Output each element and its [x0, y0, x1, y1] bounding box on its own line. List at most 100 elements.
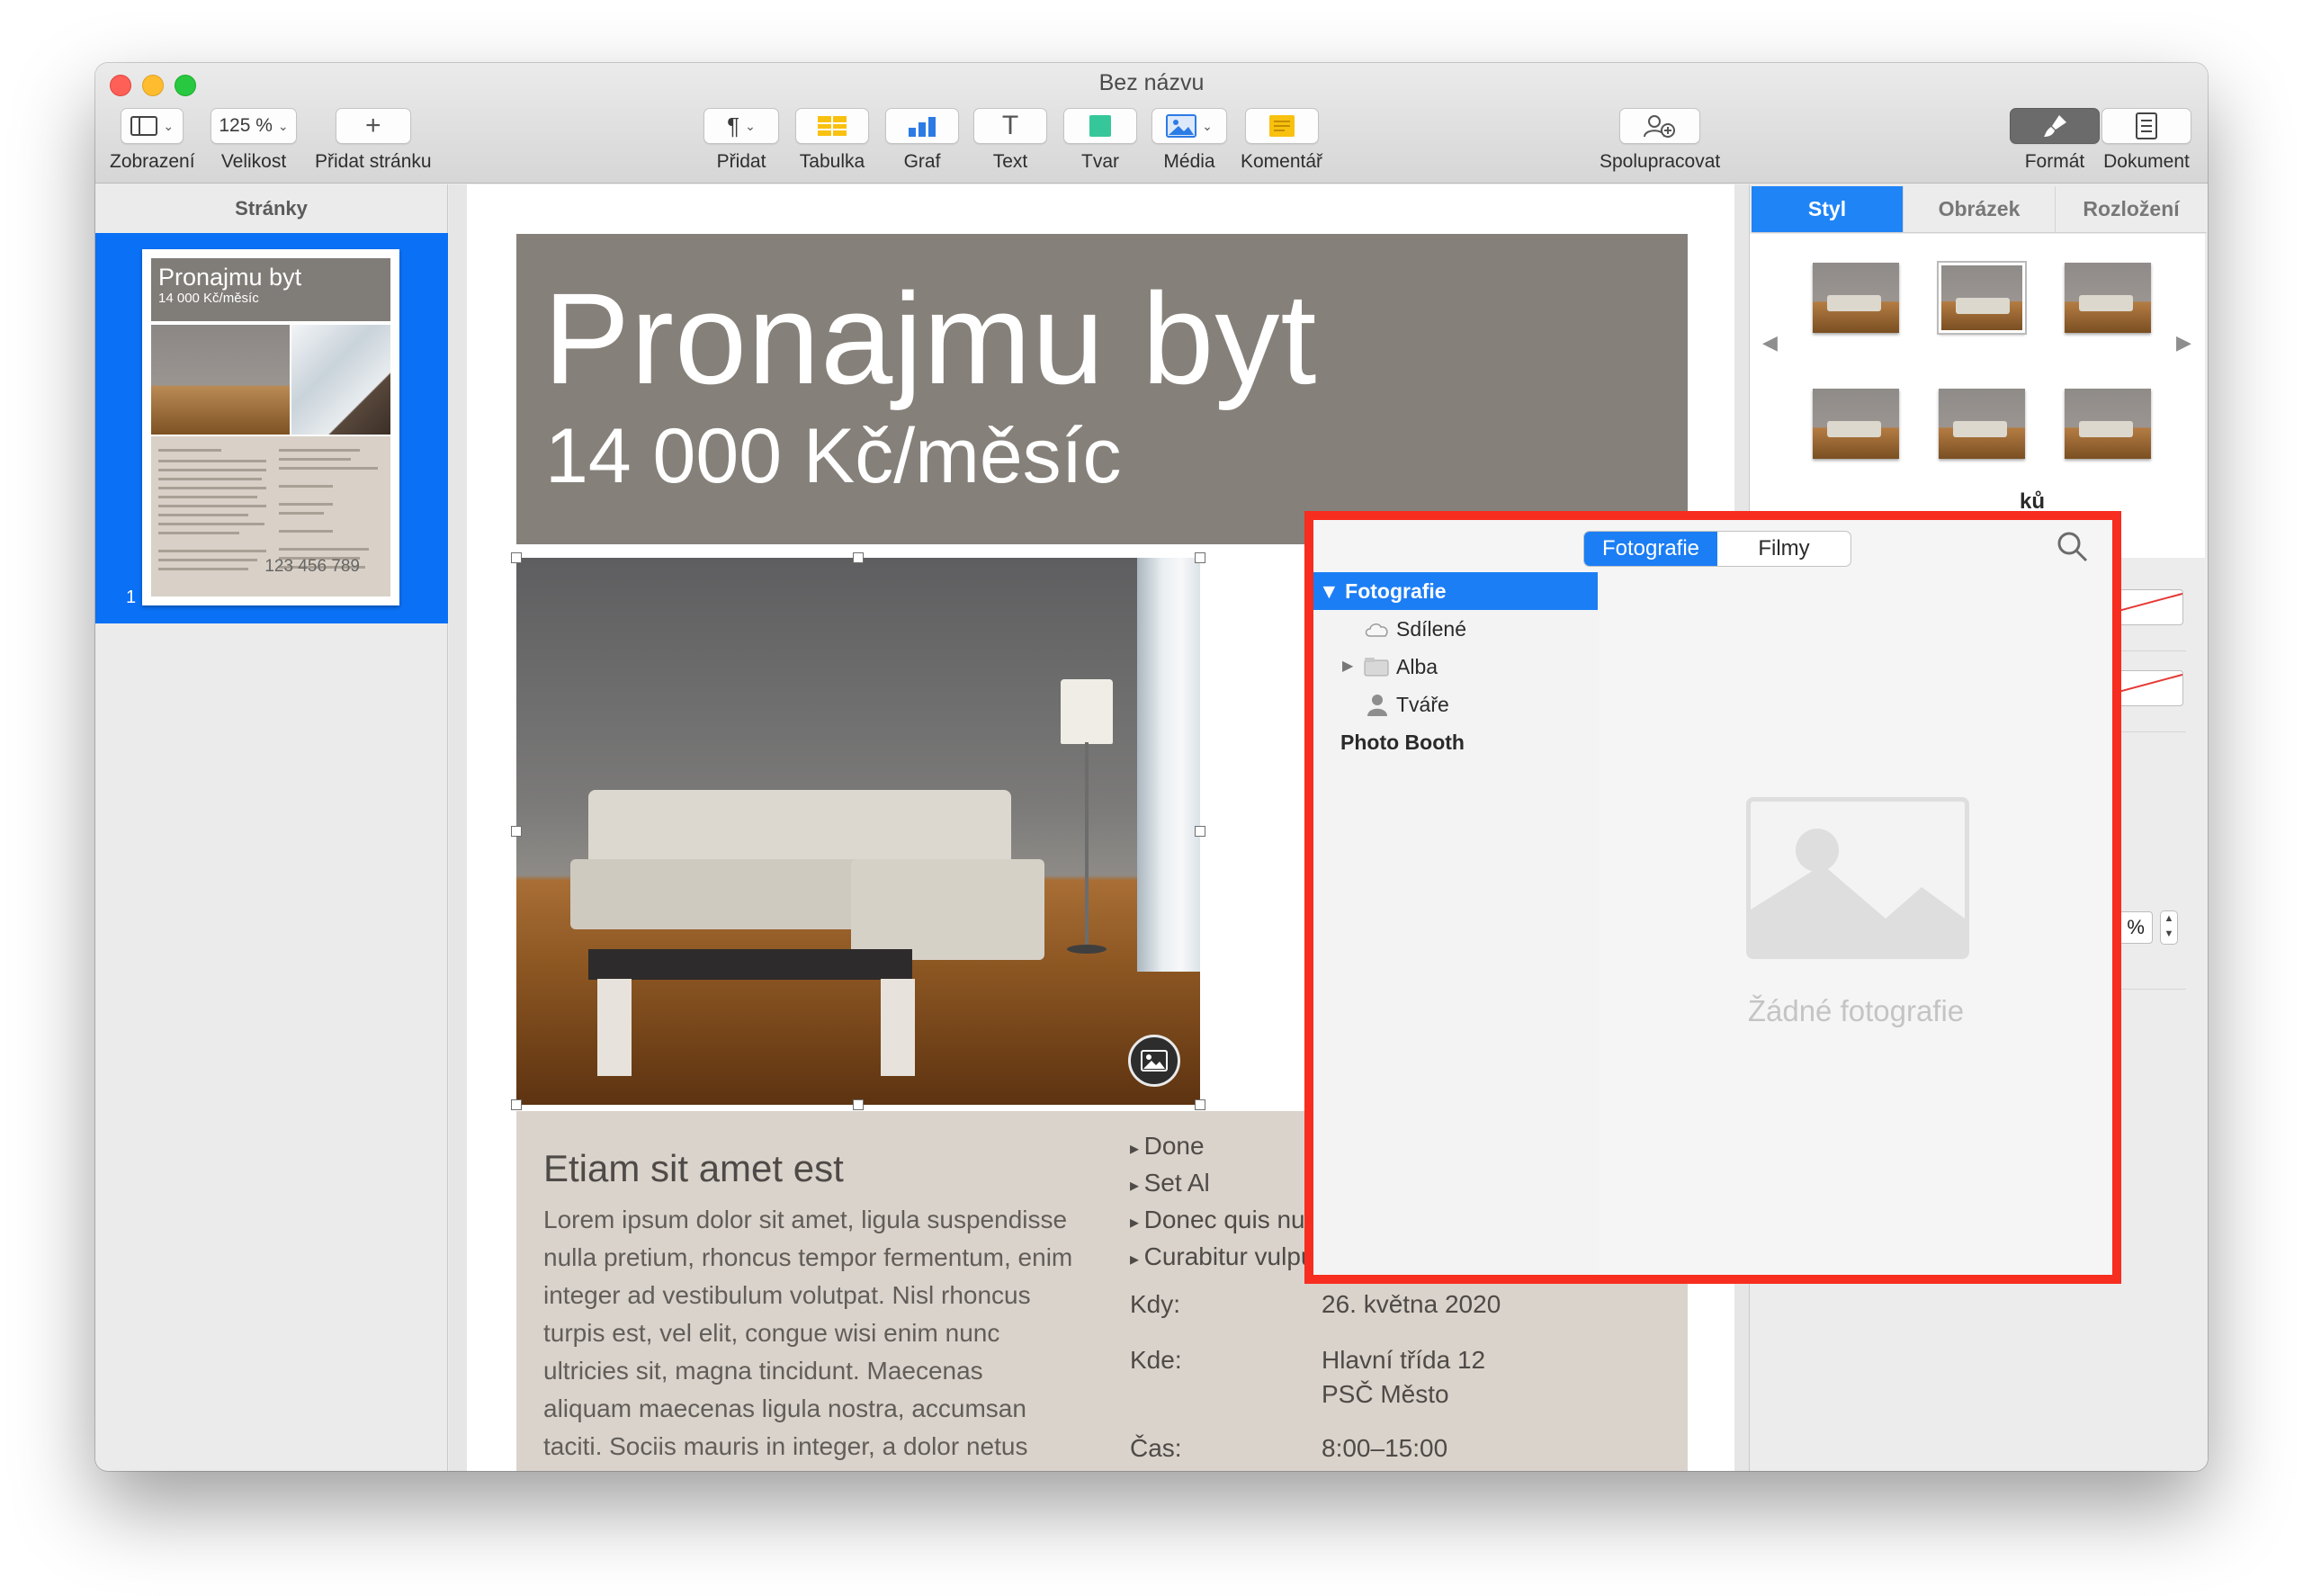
add-page-menu[interactable]: + Přidat stránku — [315, 108, 432, 173]
media-menu[interactable]: ⌄ Média — [1152, 108, 1227, 173]
flyer-title[interactable]: Pronajmu byt — [543, 265, 1317, 414]
chevron-right-icon[interactable]: ▶ — [2176, 331, 2191, 354]
plus-icon: + — [365, 111, 381, 140]
comment-menu[interactable]: Komentář — [1241, 108, 1322, 173]
view-menu[interactable]: ⌄ Zobrazení — [110, 108, 195, 173]
where-label[interactable]: Kde: — [1130, 1343, 1182, 1377]
body-text[interactable]: Lorem ipsum dolor sit amet, ligula suspe… — [543, 1201, 1074, 1471]
paragraph-icon: ¶ — [727, 112, 740, 139]
thumb-title: Pronajmu byt — [158, 264, 302, 291]
search-icon[interactable] — [2057, 531, 2089, 563]
resize-handle[interactable] — [853, 1099, 864, 1110]
collaborate-label: Spolupracovat — [1600, 151, 1721, 172]
segment-photos[interactable]: Fotografie — [1584, 532, 1717, 566]
insert-button[interactable]: ¶ ⌄ — [703, 108, 779, 144]
resize-handle[interactable] — [1195, 552, 1205, 563]
media-button[interactable]: ⌄ — [1152, 108, 1227, 144]
empty-state-text: Žádné fotografie — [1747, 994, 1965, 1027]
chart-button[interactable] — [885, 108, 959, 144]
source-photo-booth-label: Photo Booth — [1340, 731, 1465, 754]
flyer-price[interactable]: 14 000 Kč/měsíc — [545, 412, 1122, 501]
time-label[interactable]: Čas: — [1130, 1431, 1182, 1466]
image-style-grid: ◀ ▶ ků — [1750, 234, 2205, 558]
source-albums[interactable]: ▶ Alba — [1313, 648, 1598, 686]
document-button[interactable] — [2101, 108, 2191, 144]
image-style-preset[interactable] — [1937, 261, 2027, 335]
source-shared[interactable]: Sdílené — [1313, 610, 1598, 648]
resize-handle[interactable] — [511, 1099, 522, 1110]
source-albums-label: Alba — [1396, 655, 1438, 678]
zoom-menu[interactable]: 125 % ⌄ Velikost — [211, 108, 297, 173]
resize-handle[interactable] — [511, 552, 522, 563]
resize-handle[interactable] — [1195, 826, 1205, 837]
opacity-stepper[interactable]: ▲ ▼ — [2160, 910, 2178, 945]
thumb-body: 123 456 789 — [151, 436, 390, 596]
text-label: Text — [992, 151, 1028, 172]
chevron-left-icon[interactable]: ◀ — [1762, 331, 1778, 354]
time-value[interactable]: 8:00–15:00 — [1322, 1431, 1447, 1466]
image-style-preset[interactable] — [1813, 263, 1899, 333]
where-line-2[interactable]: PSČ Město — [1322, 1377, 1449, 1412]
source-faces[interactable]: Tváře — [1313, 686, 1598, 723]
media-type-segmented-control: Fotografie Filmy — [1583, 531, 1851, 567]
add-page-button[interactable]: + — [335, 108, 411, 144]
toolbar: Bez názvu ⌄ Zobrazení 125 % ⌄ Velikost +… — [95, 63, 2208, 184]
replace-media-button[interactable] — [1128, 1035, 1180, 1087]
disclosure-right-icon[interactable]: ▶ — [1342, 648, 1353, 686]
document-icon — [2136, 112, 2157, 139]
source-photos[interactable]: ▼ Fotografie — [1313, 572, 1598, 610]
resize-handle[interactable] — [511, 826, 522, 837]
section-heading[interactable]: Etiam sit amet est — [543, 1147, 844, 1190]
resize-handle[interactable] — [853, 552, 864, 563]
table-menu[interactable]: Tabulka — [795, 108, 869, 173]
chart-menu[interactable]: Graf — [885, 108, 959, 173]
folder-icon — [1364, 658, 1389, 677]
where-line-1[interactable]: Hlavní třída 12 — [1322, 1343, 1485, 1377]
apartment-photo[interactable] — [516, 558, 1200, 1105]
image-style-preset[interactable] — [2065, 389, 2151, 459]
source-shared-label: Sdílené — [1396, 617, 1467, 641]
view-button[interactable]: ⌄ — [121, 108, 184, 144]
chart-icon — [909, 117, 936, 137]
photo-floor-lamp — [1061, 679, 1113, 744]
when-value[interactable]: 26. května 2020 — [1322, 1287, 1501, 1322]
text-button[interactable]: T — [973, 108, 1047, 144]
source-photo-booth[interactable]: Photo Booth — [1313, 723, 1598, 761]
chevron-down-icon: ⌄ — [1202, 118, 1213, 133]
tab-arrange[interactable]: Rozložení — [2056, 186, 2207, 232]
header-band[interactable]: Pronajmu byt 14 000 Kč/měsíc — [516, 234, 1688, 544]
sidebar-header: Stránky — [235, 197, 308, 220]
document-menu[interactable]: Dokument — [2101, 108, 2191, 173]
format-button[interactable] — [2010, 108, 2100, 144]
tab-image[interactable]: Obrázek — [1904, 186, 2056, 232]
shape-button[interactable] — [1063, 108, 1137, 144]
text-menu[interactable]: T Text — [973, 108, 1047, 173]
shape-label: Tvar — [1081, 151, 1119, 172]
page-thumbnail[interactable]: Pronajmu byt 14 000 Kč/měsíc 123 456 789 — [142, 249, 399, 605]
image-style-preset[interactable] — [2065, 263, 2151, 333]
segment-movies[interactable]: Filmy — [1717, 532, 1850, 566]
page-number: 1 — [126, 587, 137, 607]
table-icon — [818, 116, 847, 136]
collaborate-button[interactable] — [1619, 108, 1701, 144]
comment-button[interactable] — [1244, 108, 1319, 144]
image-style-preset[interactable] — [1813, 389, 1899, 459]
image-style-preset[interactable] — [1939, 389, 2025, 459]
collaborate-menu[interactable]: Spolupracovat — [1600, 108, 1720, 173]
shape-menu[interactable]: Tvar — [1063, 108, 1137, 173]
comment-label: Komentář — [1241, 151, 1323, 172]
when-label[interactable]: Kdy: — [1130, 1287, 1180, 1322]
chevron-down-icon: ⌄ — [745, 118, 756, 133]
shape-icon — [1089, 115, 1111, 137]
thumb-subtitle: 14 000 Kč/měsíc — [158, 291, 259, 306]
format-menu[interactable]: Formát — [2010, 108, 2100, 173]
table-button[interactable] — [795, 108, 869, 144]
zoom-select[interactable]: 125 % ⌄ — [211, 108, 297, 144]
text-icon: T — [1001, 111, 1019, 140]
resize-handle[interactable] — [1195, 1099, 1205, 1110]
tab-style[interactable]: Styl — [1752, 186, 1904, 232]
disclosure-down-icon[interactable]: ▼ — [1313, 579, 1340, 603]
paintbrush-icon — [2044, 115, 2066, 137]
page-thumbnail-selected[interactable]: 1 Pronajmu byt 14 000 Kč/měsíc 123 456 7… — [95, 233, 448, 623]
insert-menu[interactable]: ¶ ⌄ Přidat — [703, 108, 779, 173]
